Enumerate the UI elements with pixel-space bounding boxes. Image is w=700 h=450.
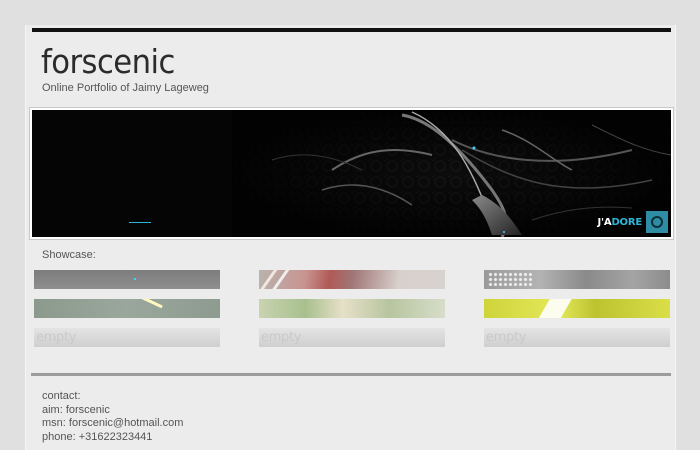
header-banner: J'ADORE xyxy=(29,107,674,240)
contact-block: contact: aim: forscenic msn: forscenic@h… xyxy=(42,390,183,444)
contact-aim: aim: forscenic xyxy=(42,403,110,416)
showcase-thumb-3[interactable] xyxy=(484,270,670,289)
showcase-thumb-2[interactable] xyxy=(259,270,445,289)
page-container: forscenic Online Portfolio of Jaimy Lage… xyxy=(25,25,676,450)
showcase-thumb-4[interactable] xyxy=(34,299,220,318)
jadore-badge[interactable]: J'ADORE xyxy=(598,211,668,233)
site-tagline: Online Portfolio of Jaimy Lageweg xyxy=(42,82,209,94)
showcase-empty-slot: empty xyxy=(484,328,670,347)
showcase-empty-slot: empty xyxy=(259,328,445,347)
showcase-heading: Showcase: xyxy=(42,249,96,261)
contact-msn[interactable]: msn: forscenic@hotmail.com xyxy=(42,417,183,431)
showcase-thumb-5[interactable] xyxy=(259,299,445,318)
badge-text: J'ADORE xyxy=(597,216,643,228)
showcase-grid: empty empty empty xyxy=(34,270,670,350)
contact-heading: contact: xyxy=(42,390,81,402)
showcase-thumb-1[interactable] xyxy=(34,270,220,289)
badge-logo-icon xyxy=(646,211,668,233)
showcase-empty-slot: empty xyxy=(34,328,220,347)
contact-phone: phone: +31622323441 xyxy=(42,430,153,443)
showcase-thumb-6[interactable] xyxy=(484,299,670,318)
site-logo[interactable]: forscenic xyxy=(41,45,175,78)
top-bar xyxy=(32,28,671,32)
banner-artwork xyxy=(32,110,671,237)
footer-divider xyxy=(31,373,671,376)
